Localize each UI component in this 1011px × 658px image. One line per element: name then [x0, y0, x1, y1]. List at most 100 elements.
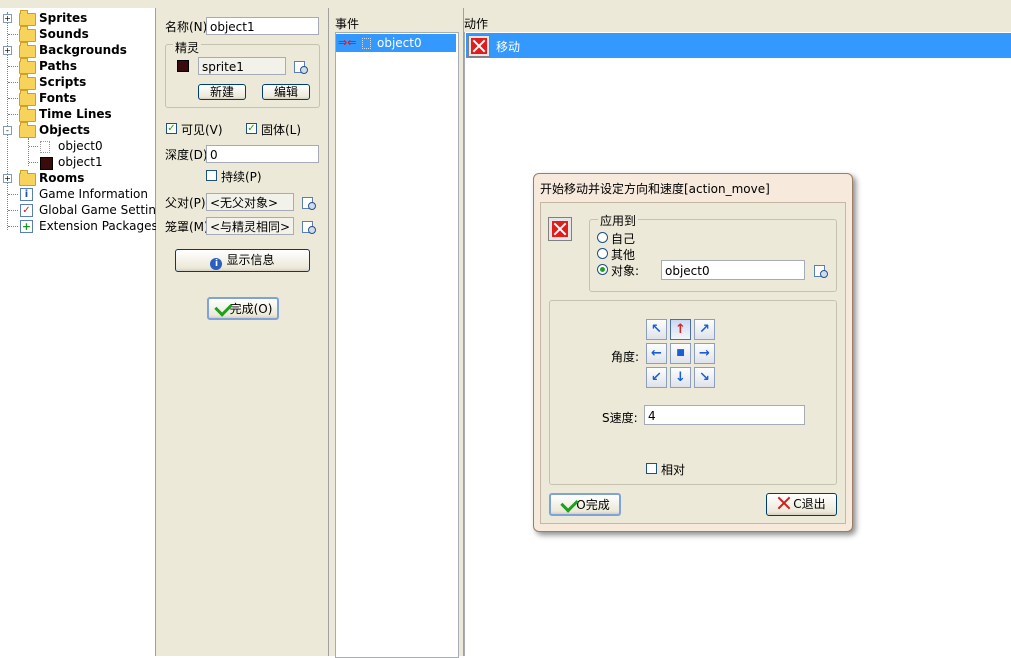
other-radio[interactable] [597, 248, 608, 259]
empty-sprite-icon [362, 38, 371, 49]
tree-item-label: Rooms [39, 171, 85, 185]
name-label: 名称(N) [165, 20, 208, 34]
edit-sprite-button[interactable]: 编辑 [262, 84, 310, 100]
folder-icon [19, 106, 36, 122]
show-info-button[interactable]: i 显示信息 [175, 249, 310, 272]
direction-right-button[interactable]: → [694, 343, 715, 364]
visible-label: 可见(V) [181, 123, 223, 137]
direction-down-left-button[interactable]: ↙ [646, 367, 667, 388]
direction-down-right-button[interactable]: ↘ [694, 367, 715, 388]
tree-item-label: object0 [58, 139, 103, 153]
self-radio[interactable] [597, 232, 608, 243]
tree-item-label: Global Game Settings [39, 203, 170, 217]
dialog-cancel-button[interactable]: C退出 [766, 493, 837, 516]
direction-left-button[interactable]: ← [646, 343, 667, 364]
expand-icon[interactable]: + [3, 174, 12, 183]
tree-item-extension-packages[interactable]: + Extension Packages [0, 218, 158, 234]
folder-icon [19, 10, 36, 26]
events-header: 事件 [335, 17, 360, 31]
persistent-checkbox[interactable] [206, 170, 217, 181]
dialog-ok-button[interactable]: O完成 [549, 493, 621, 516]
relative-checkbox[interactable] [646, 463, 657, 474]
visible-checkbox[interactable]: ✓ [166, 123, 177, 134]
ok-label: 完成(O) [229, 302, 273, 316]
tree-item-label: Backgrounds [39, 43, 127, 57]
new-sprite-button[interactable]: 新建 [198, 84, 246, 100]
tree-line [8, 66, 18, 67]
parent-lookup-icon[interactable] [301, 195, 316, 210]
movement-group [549, 300, 837, 485]
direction-up-left-button[interactable]: ↖ [646, 319, 667, 340]
folder-icon [19, 90, 36, 106]
depth-label: 深度(D) [165, 148, 208, 162]
direction-up-right-button[interactable]: ↗ [694, 319, 715, 340]
event-item-label: object0 [377, 36, 422, 50]
self-label: 自己 [611, 232, 636, 246]
ok-button[interactable]: 完成(O) [207, 297, 279, 320]
events-list[interactable]: ⇒⇐ object0 [335, 32, 459, 658]
move-fixed-icon [468, 35, 490, 57]
object-select[interactable]: object0 [661, 260, 805, 280]
object-label: 对象: [611, 264, 640, 278]
object-radio[interactable] [597, 264, 608, 275]
direction-up-button[interactable]: ↑ [670, 319, 691, 340]
tree-item-global-game-settings[interactable]: ✓ Global Game Settings [0, 202, 170, 218]
tree-line [8, 34, 18, 35]
folder-icon [19, 74, 36, 90]
tree-item-label: object1 [58, 155, 103, 169]
tree-item-object1[interactable]: object1 [0, 154, 155, 170]
check-icon [213, 298, 233, 317]
object-lookup-icon[interactable] [813, 263, 828, 278]
dialog-body: 应用到 自己 其他 对象: object0 角度: ↖ ↑ ↗ ← ■ → ↙ … [540, 202, 846, 524]
actions-header: 动作 [464, 17, 489, 31]
dialog-ok-label: O完成 [576, 498, 610, 512]
tree-item-scripts[interactable]: Scripts [0, 74, 155, 90]
collision-arrows-icon: ⇒⇐ [338, 36, 357, 49]
speed-input[interactable]: 4 [644, 405, 805, 425]
folder-icon [19, 170, 36, 186]
move-action-dialog[interactable]: 开始移动并设定方向和速度[action_move] 应用到 自己 其他 对象: … [533, 173, 853, 532]
tree-item-label: Sounds [39, 27, 89, 41]
direction-down-button[interactable]: ↓ [670, 367, 691, 388]
tree-item-game-information[interactable]: i Game Information [0, 186, 155, 202]
tree-item-time-lines[interactable]: Time Lines [0, 106, 155, 122]
tree-line [29, 162, 38, 163]
name-input[interactable]: object1 [206, 17, 319, 35]
action-item-move[interactable]: 移动 [466, 33, 1011, 58]
expand-icon[interactable]: + [3, 46, 12, 55]
event-item-collision-object0[interactable]: ⇒⇐ object0 [336, 34, 456, 52]
tree-item-label: Paths [39, 59, 77, 73]
collapse-icon[interactable]: - [3, 126, 12, 135]
tree-line [8, 114, 18, 115]
tree-item-backgrounds[interactable]: + Backgrounds [0, 42, 155, 58]
tree-item-sprites[interactable]: + Sprites [0, 10, 155, 26]
direction-stop-button[interactable]: ■ [670, 343, 691, 364]
tree-item-label: Time Lines [39, 107, 112, 121]
mask-select[interactable]: <与精灵相同> [206, 217, 294, 235]
sprite-group-title: 精灵 [173, 39, 202, 56]
depth-input[interactable]: 0 [206, 145, 319, 163]
relative-label: 相对 [661, 463, 686, 477]
folder-icon [19, 58, 36, 74]
speed-label: S速度: [602, 411, 638, 425]
tree-item-sounds[interactable]: Sounds [0, 26, 155, 42]
tree-item-rooms[interactable]: + Rooms [0, 170, 155, 186]
tree-item-paths[interactable]: Paths [0, 58, 155, 74]
object-properties-panel: 名称(N) object1 精灵 sprite1 新建 编辑 ✓ 可见(V) ✓… [156, 8, 329, 656]
tree-item-label: Extension Packages [39, 219, 158, 233]
resource-tree[interactable]: + Sprites Sounds + Backgrounds Paths Scr… [0, 8, 170, 656]
tree-line [8, 98, 18, 99]
applies-to-title: 应用到 [598, 212, 639, 229]
sprite-select[interactable]: sprite1 [198, 57, 286, 75]
check-icon [560, 494, 579, 513]
tree-item-object0[interactable]: object0 [0, 138, 155, 154]
parent-select[interactable]: <无父对象> [206, 193, 294, 211]
tree-item-fonts[interactable]: Fonts [0, 90, 155, 106]
solid-checkbox[interactable]: ✓ [246, 123, 257, 134]
tree-item-label: Objects [39, 123, 91, 137]
mask-lookup-icon[interactable] [301, 219, 316, 234]
tree-item-objects[interactable]: - Objects [0, 122, 155, 138]
sprite-lookup-icon[interactable] [293, 59, 308, 74]
expand-icon[interactable]: + [3, 14, 12, 23]
direction-label: 角度: [611, 350, 640, 364]
